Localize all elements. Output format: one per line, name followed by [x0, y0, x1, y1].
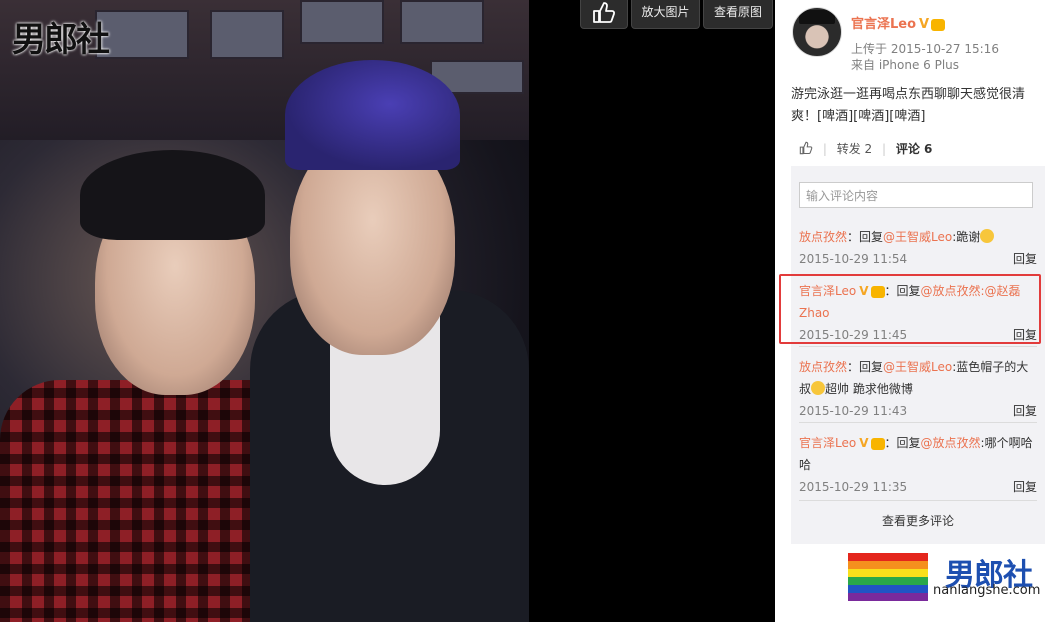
verified-icon: V	[859, 436, 869, 450]
vip-icon	[870, 285, 885, 298]
post-panel: 官言泽Leo V 上传于 2015-10-27 15:16 来自 iPhone 6…	[775, 0, 1059, 622]
reply-button[interactable]: 回复	[1013, 248, 1037, 270]
reply-button[interactable]: 回复	[1013, 324, 1037, 346]
thumbs-up-icon	[593, 2, 616, 23]
verified-icon: V	[919, 17, 930, 32]
photo-viewer: 男郎社 放大图片 查看原图	[0, 0, 775, 622]
photo-watermark: 男郎社	[12, 20, 110, 60]
enlarge-image-button[interactable]: 放大图片	[631, 0, 700, 29]
like-icon[interactable]	[799, 141, 813, 155]
upload-time: 上传于 2015-10-27 15:16	[851, 42, 999, 56]
rainbow-flag-logo	[848, 553, 928, 601]
avatar[interactable]	[792, 7, 842, 57]
reply-button[interactable]: 回复	[1013, 476, 1037, 498]
comment-author[interactable]: 官言泽Leo	[799, 436, 856, 450]
post-author[interactable]: 官言泽Leo V	[851, 13, 946, 32]
post-actions: | 转发 2 | 评论 6	[791, 140, 1047, 160]
comment-prefix: ：回复	[884, 284, 921, 298]
reply-button[interactable]: 回复	[1013, 400, 1037, 422]
comment-time: 2015-10-29 11:35	[799, 480, 908, 494]
comment-item: 官言泽Leo V ：回复@放点孜然:@赵磊Zhao 2015-10-29 11:45…	[799, 280, 1037, 346]
comment-time: 2015-10-29 11:45	[799, 328, 908, 342]
like-button[interactable]	[580, 0, 628, 29]
comment-prefix: ：回复	[847, 230, 884, 244]
comment-prefix: ：回复	[884, 436, 921, 450]
comment-input[interactable]: 输入评论内容	[799, 182, 1033, 208]
grin-emoji-icon	[980, 229, 995, 243]
comment-item: 放点孜然：回复@王智威Leo:蓝色帽子的大叔 超帅 跪求他微博 2015-10-2…	[799, 356, 1037, 422]
view-original-button[interactable]: 查看原图	[703, 0, 773, 29]
comment-author[interactable]: 放点孜然	[799, 360, 847, 374]
comment-time: 2015-10-29 11:54	[799, 252, 908, 266]
more-comments-link[interactable]: 查看更多评论	[791, 512, 1045, 529]
comment-mention[interactable]: @王智威Leo	[883, 230, 952, 244]
comment-text: :跪谢	[952, 230, 981, 244]
person-right	[250, 60, 529, 622]
site-url: nanlangshe.com	[933, 583, 1041, 598]
vip-icon	[870, 437, 885, 450]
comment-mention[interactable]: @放点孜然	[921, 436, 981, 450]
comments-section: 输入评论内容 放点孜然：回复@王智威Leo:跪谢 2015-10-29 11:5…	[779, 166, 1045, 544]
post-author-name[interactable]: 官言泽Leo	[851, 17, 916, 32]
comment-author[interactable]: 官言泽Leo	[799, 284, 856, 298]
vip-icon	[931, 18, 946, 31]
post-source: 来自 iPhone 6 Plus	[851, 58, 960, 72]
comment-author[interactable]: 放点孜然	[799, 230, 847, 244]
post-text: 游完泳逛一逛再喝点东西聊聊天感觉很清爽！[啤酒][啤酒][啤酒]	[791, 87, 1026, 124]
verified-icon: V	[859, 284, 869, 298]
repost-link[interactable]: 转发 2	[837, 142, 872, 156]
selfie-photo[interactable]: 男郎社	[0, 0, 529, 622]
comment-time: 2015-10-29 11:43	[799, 404, 908, 418]
smirk-emoji-icon	[811, 381, 826, 395]
comment-mention[interactable]: @王智威Leo	[883, 360, 952, 374]
comment-prefix: ：回复	[847, 360, 884, 374]
comment-text-cont: 超帅 跪求他微博	[825, 382, 913, 396]
comment-link[interactable]: 评论 6	[896, 142, 933, 156]
comment-item: 官言泽Leo V ：回复@放点孜然:哪个啊哈哈 2015-10-29 11:35 回…	[799, 432, 1037, 498]
comment-item: 放点孜然：回复@王智威Leo:跪谢 2015-10-29 11:54 回复	[799, 226, 1037, 270]
